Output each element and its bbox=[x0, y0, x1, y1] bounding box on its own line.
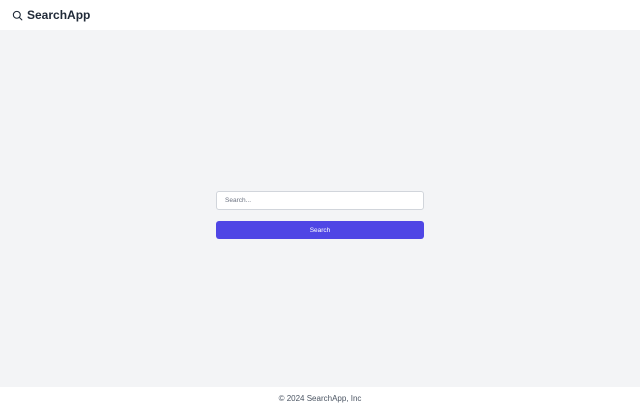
search-input[interactable] bbox=[216, 191, 424, 210]
copyright-text: © 2024 SearchApp, Inc bbox=[278, 393, 362, 403]
main-content: Search bbox=[0, 30, 640, 387]
search-icon bbox=[11, 9, 23, 21]
page: SearchApp Search © 2024 SearchApp, Inc bbox=[0, 0, 640, 409]
app-footer: © 2024 SearchApp, Inc bbox=[0, 387, 640, 409]
search-button[interactable]: Search bbox=[216, 221, 424, 239]
app-title: SearchApp bbox=[27, 8, 91, 22]
app-header: SearchApp bbox=[0, 0, 640, 30]
brand[interactable]: SearchApp bbox=[11, 8, 90, 22]
search-form: Search bbox=[216, 191, 424, 239]
